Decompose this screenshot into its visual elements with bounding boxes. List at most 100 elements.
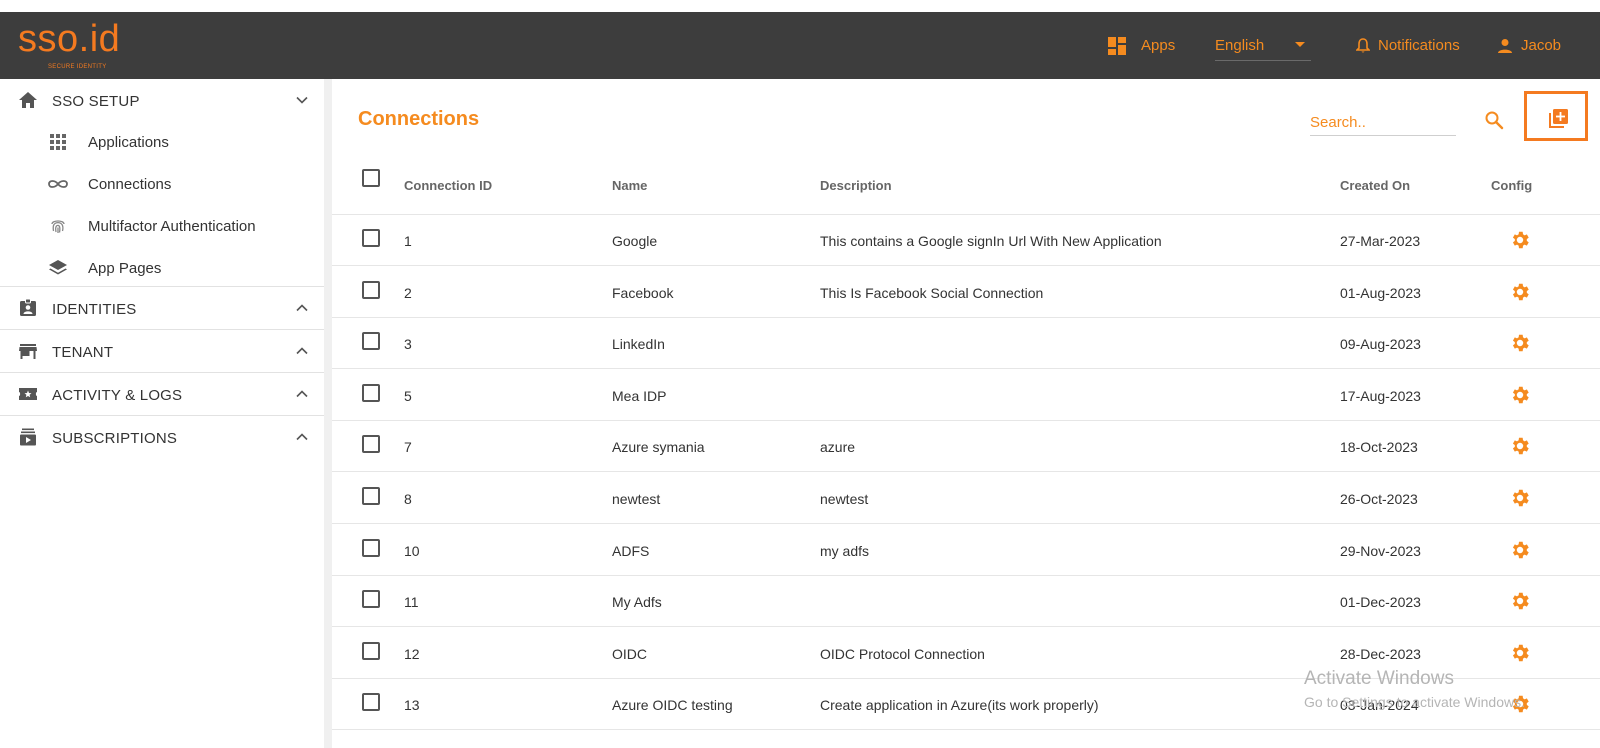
cell-description: newtest [820, 491, 869, 507]
chevron-up-icon [296, 347, 308, 355]
select-all-checkbox[interactable] [362, 169, 380, 187]
sidebar-section-sso-setup[interactable]: SSO SETUP [0, 79, 324, 121]
row-checkbox[interactable] [362, 280, 380, 299]
store-icon [19, 344, 37, 359]
bell-icon [1356, 37, 1370, 53]
search-input[interactable] [1310, 110, 1456, 136]
row-checkbox[interactable] [362, 332, 380, 351]
chevron-up-icon [296, 304, 308, 312]
cell-name: Google [612, 233, 658, 249]
subscriptions-icon [20, 428, 36, 446]
user-menu-button[interactable]: Jacob [1497, 12, 1561, 79]
row-checkbox[interactable] [362, 229, 380, 247]
cell-name: LinkedIn [612, 336, 665, 353]
sidebar-section-identities[interactable]: IDENTITIES [0, 287, 324, 329]
cell-name: My Adfs [612, 594, 662, 611]
gear-icon[interactable] [1509, 642, 1531, 664]
sidebar-item-label: Connections [88, 176, 172, 193]
gear-icon[interactable] [1509, 332, 1531, 354]
sidebar-gutter [324, 79, 332, 748]
cell-connection-id: 10 [404, 542, 420, 559]
section-label: TENANT [52, 344, 114, 361]
sidebar-item-applications[interactable]: Applications [0, 121, 324, 163]
sidebar-item-label: Applications [88, 134, 169, 151]
cell-created-on: 27-Mar-2023 [1340, 233, 1421, 249]
gear-icon[interactable] [1509, 590, 1531, 612]
sidebar-item-label: Multifactor Authentication [88, 218, 256, 235]
gear-icon[interactable] [1509, 539, 1531, 561]
cell-description: azure [820, 439, 856, 456]
dashboard-icon [1108, 36, 1126, 55]
add-connection-button[interactable] [1524, 91, 1588, 141]
sidebar-section-tenant[interactable]: TENANT [0, 330, 324, 372]
gear-icon[interactable] [1509, 281, 1531, 303]
apps-menu-button[interactable]: Apps [1107, 12, 1175, 79]
sidebar-item-multifactor-authentication[interactable]: Multifactor Authentication [0, 205, 324, 247]
row-checkbox[interactable] [362, 435, 380, 454]
section-label: SSO SETUP [52, 93, 140, 110]
cell-name: Azure symania [612, 439, 705, 456]
column-header-connection-id[interactable]: Connection ID [404, 178, 492, 193]
gear-icon[interactable] [1509, 384, 1531, 406]
row-checkbox[interactable] [362, 693, 380, 712]
table-row[interactable]: 8 newtest newtest 26-Oct-2023 [332, 473, 1600, 524]
activate-windows-title: Activate Windows [1304, 668, 1454, 689]
gear-icon[interactable] [1509, 229, 1531, 251]
column-header-config: Config [1491, 178, 1533, 193]
sidebar: SSO SETUP Applications Connections Multi… [0, 79, 324, 748]
cell-connection-id: 2 [404, 284, 412, 301]
gear-icon[interactable] [1509, 435, 1531, 457]
table-row[interactable]: 10 ADFS my adfs 29-Nov-2023 [332, 525, 1600, 576]
sidebar-item-connections[interactable]: Connections [0, 163, 324, 205]
chevron-down-icon [296, 96, 308, 104]
logo[interactable]: sso.id SECURE IDENTITY [18, 20, 120, 70]
apps-label: Apps [1141, 37, 1176, 54]
section-label: ACTIVITY & LOGS [52, 387, 183, 404]
cell-created-on: 28-Dec-2023 [1340, 645, 1421, 662]
top-strip [0, 0, 1600, 12]
row-checkbox[interactable] [362, 383, 380, 402]
language-underline [1215, 60, 1311, 61]
chevron-up-icon [296, 433, 308, 441]
cell-created-on: 29-Nov-2023 [1340, 542, 1421, 559]
search-icon[interactable] [1484, 110, 1504, 130]
home-icon [19, 92, 37, 108]
table-row[interactable]: 2 Facebook This Is Facebook Social Connect… [332, 267, 1600, 318]
row-checkbox[interactable] [362, 590, 380, 609]
section-label: IDENTITIES [52, 301, 137, 318]
cell-description: Create application in Azure(its work pro… [820, 697, 1099, 714]
table-header: Connection ID Name Description Created O… [332, 158, 1600, 215]
table-row[interactable]: 3 LinkedIn 09-Aug-2023 [332, 318, 1600, 370]
cell-name: newtest [612, 491, 661, 507]
library-add-icon [1549, 109, 1568, 128]
person-icon [1498, 38, 1512, 53]
language-select[interactable]: English [1215, 12, 1311, 79]
row-checkbox[interactable] [362, 641, 380, 660]
activate-windows-subtitle: Go to Settings to activate Windows. [1304, 694, 1525, 710]
cell-description: This contains a Google signIn Url With N… [820, 233, 1162, 249]
gear-icon[interactable] [1509, 487, 1531, 509]
column-header-description[interactable]: Description [820, 178, 892, 193]
table-row[interactable]: 11 My Adfs 01-Dec-2023 [332, 576, 1600, 628]
infinity-icon [48, 180, 68, 188]
column-header-name[interactable]: Name [612, 178, 647, 193]
cell-created-on: 26-Oct-2023 [1340, 491, 1418, 507]
caret-down-icon [1295, 42, 1305, 47]
cell-connection-id: 12 [404, 645, 420, 662]
row-checkbox[interactable] [362, 538, 380, 557]
cell-connection-id: 5 [404, 387, 412, 404]
column-header-created-on[interactable]: Created On [1340, 178, 1410, 193]
sidebar-section-activity-logs[interactable]: ACTIVITY & LOGS [0, 373, 324, 415]
sidebar-section-subscriptions[interactable]: SUBSCRIPTIONS [0, 416, 324, 458]
row-checkbox[interactable] [362, 487, 380, 505]
cell-created-on: 09-Aug-2023 [1340, 336, 1421, 353]
table-row[interactable]: 7 Azure symania azure 18-Oct-2023 [332, 421, 1600, 473]
cell-name: ADFS [612, 542, 650, 559]
app-header: sso.id SECURE IDENTITY Apps English Noti… [0, 12, 1600, 79]
cell-connection-id: 13 [404, 697, 420, 714]
cell-connection-id: 8 [404, 491, 412, 507]
table-row[interactable]: 1 Google This contains a Google signIn Url… [332, 215, 1600, 266]
table-row[interactable]: 5 Mea IDP 17-Aug-2023 [332, 370, 1600, 421]
sidebar-item-app-pages[interactable]: App Pages [0, 247, 324, 289]
notifications-button[interactable]: Notifications [1356, 12, 1460, 79]
